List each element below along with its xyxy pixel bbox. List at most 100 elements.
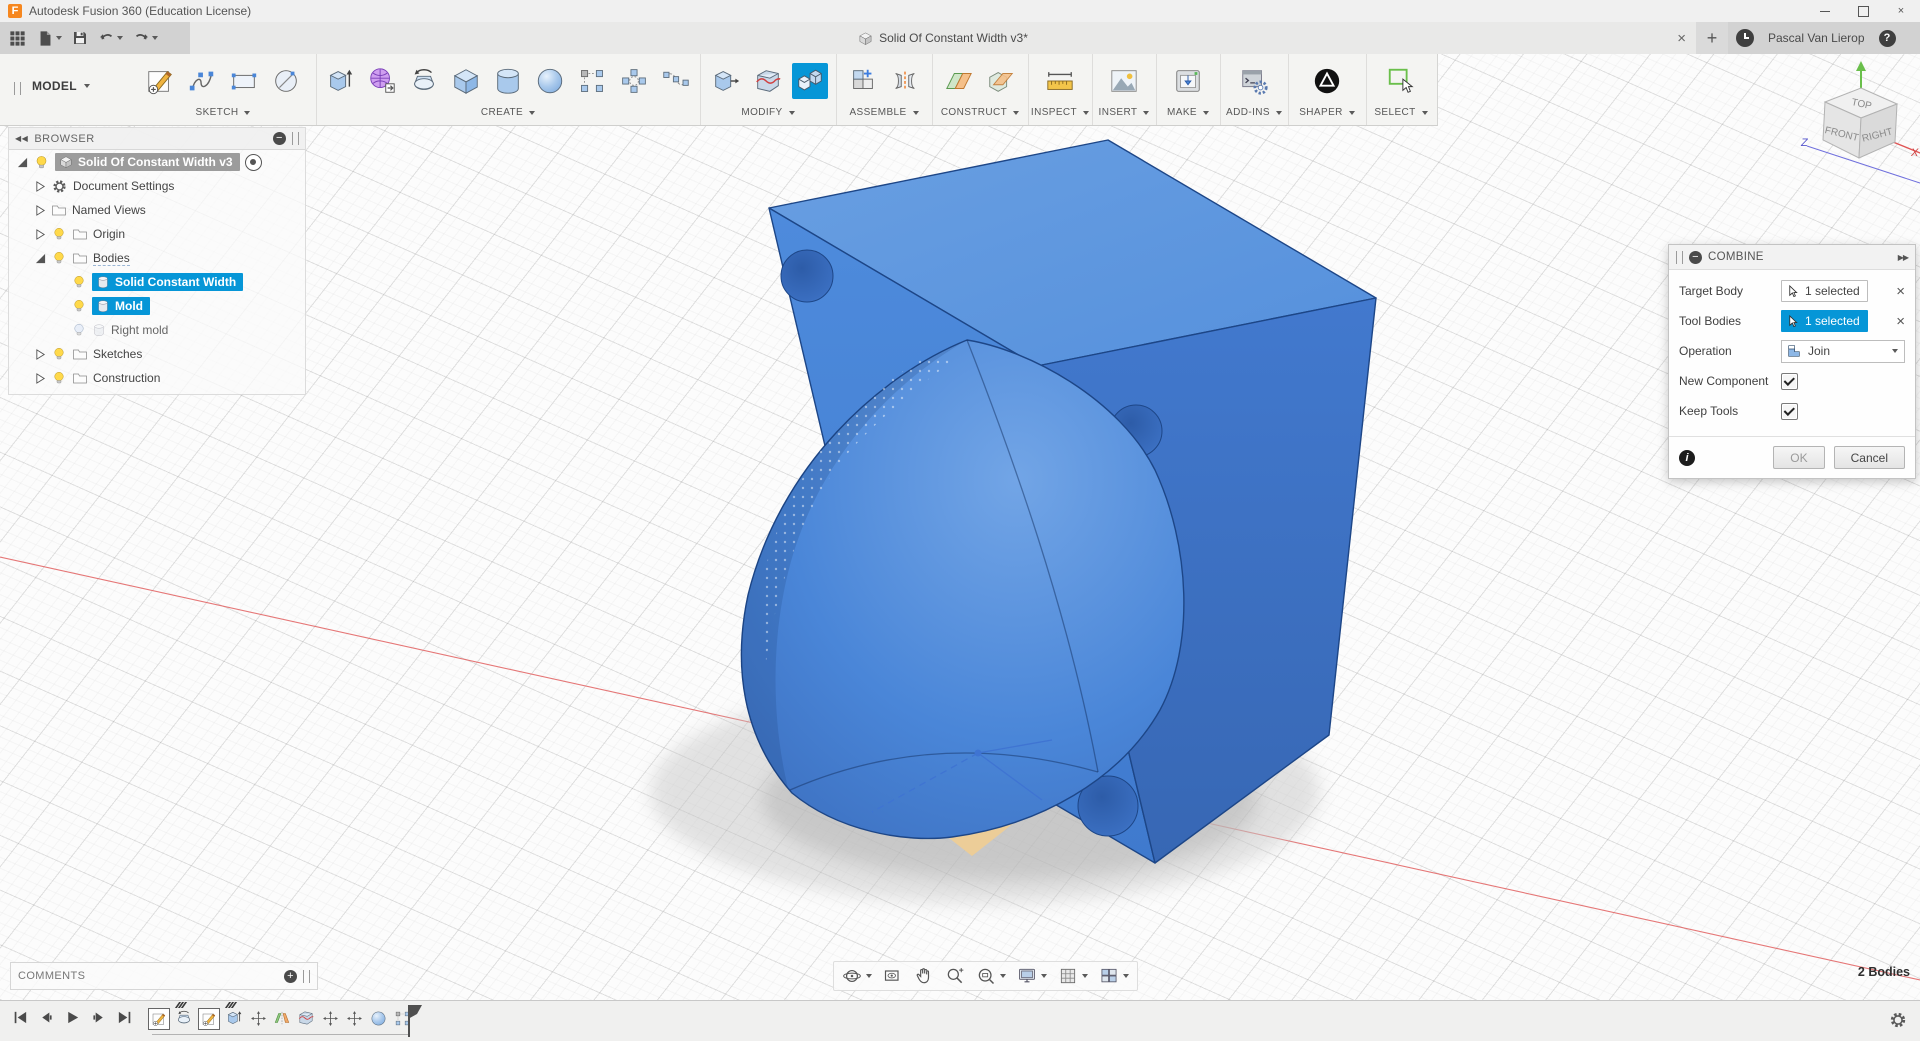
- app-grid-icon[interactable]: [8, 29, 27, 48]
- timeline-feature-sphere-icon[interactable]: [368, 1008, 388, 1028]
- create-sketch-icon[interactable]: [142, 63, 178, 99]
- rectangle-icon[interactable]: [226, 63, 262, 99]
- target-body-selection[interactable]: 1 selected: [1781, 280, 1868, 302]
- circular-pattern-icon[interactable]: [616, 63, 652, 99]
- zoom-icon[interactable]: [945, 966, 965, 986]
- fit-icon[interactable]: [976, 966, 1006, 986]
- activate-component-radio[interactable]: [244, 153, 262, 171]
- maximize-button[interactable]: [1844, 0, 1882, 22]
- rectangular-pattern-icon[interactable]: [574, 63, 610, 99]
- circle-icon[interactable]: [268, 63, 304, 99]
- job-status-icon[interactable]: [1736, 29, 1754, 47]
- timeline-feature-split-body-icon[interactable]: [296, 1008, 316, 1028]
- shaper-utilities-icon[interactable]: [1309, 63, 1345, 99]
- cylinder-icon[interactable]: [490, 63, 526, 99]
- browser-drag-handle[interactable]: [292, 132, 299, 145]
- split-body-icon[interactable]: [750, 63, 786, 99]
- sphere-icon[interactable]: [532, 63, 568, 99]
- tab-insert[interactable]: INSERT: [1099, 107, 1150, 118]
- browser-collapse-icon[interactable]: ◀◀: [15, 134, 28, 143]
- timeline-playhead[interactable]: [408, 1005, 422, 1037]
- timeline-feature-extrude-icon[interactable]: [224, 1002, 244, 1028]
- tab-select[interactable]: SELECT: [1374, 107, 1428, 118]
- press-pull-icon[interactable]: [708, 63, 744, 99]
- view-cube[interactable]: TOP FRONT RIGHT Z X: [1795, 60, 1920, 192]
- timeline-feature-sketch-icon[interactable]: [198, 1008, 220, 1030]
- user-name[interactable]: Pascal Van Lierop: [1768, 31, 1865, 45]
- info-icon[interactable]: i: [1679, 449, 1695, 466]
- ok-button[interactable]: OK: [1773, 446, 1825, 469]
- display-settings-icon[interactable]: [1017, 966, 1047, 986]
- 3d-print-icon[interactable]: [1170, 63, 1206, 99]
- minimize-button[interactable]: [1806, 0, 1844, 22]
- spline-icon[interactable]: [184, 63, 220, 99]
- insert-image-icon[interactable]: [1106, 63, 1142, 99]
- browser-item-bodies[interactable]: Bodies: [9, 246, 305, 270]
- timeline-feature-sketch-icon[interactable]: [148, 1008, 170, 1030]
- scripts-addins-icon[interactable]: [1236, 63, 1272, 99]
- close-button[interactable]: ×: [1882, 0, 1920, 22]
- comments-drag-handle[interactable]: [303, 969, 310, 983]
- tab-modify[interactable]: MODIFY: [741, 107, 795, 118]
- new-component-checkbox[interactable]: [1781, 372, 1798, 390]
- timeline-step-back-button[interactable]: [38, 1009, 55, 1026]
- dialog-drag-handle[interactable]: [1676, 250, 1683, 264]
- tab-make[interactable]: MAKE: [1167, 107, 1209, 118]
- browser-item-document-settings[interactable]: Document Settings: [9, 174, 305, 198]
- joint-icon[interactable]: [887, 63, 923, 99]
- help-icon[interactable]: ?: [1878, 29, 1896, 47]
- browser-item-sketches[interactable]: Sketches: [9, 342, 305, 366]
- operation-dropdown[interactable]: Join: [1781, 339, 1905, 363]
- ribbon-drag-handle[interactable]: [14, 82, 21, 95]
- select-icon[interactable]: [1383, 63, 1419, 99]
- box-icon[interactable]: [448, 63, 484, 99]
- cancel-button[interactable]: Cancel: [1833, 446, 1905, 469]
- undo-button[interactable]: [98, 30, 123, 47]
- timeline-feature-move-icon[interactable]: [248, 1008, 268, 1028]
- dialog-expand-icon[interactable]: ▶▶: [1898, 253, 1909, 262]
- tool-bodies-selection[interactable]: 1 selected: [1781, 310, 1868, 332]
- pan-icon[interactable]: [914, 966, 934, 986]
- extrude-icon[interactable]: [322, 63, 358, 99]
- tab-sketch[interactable]: SKETCH: [196, 107, 251, 118]
- document-tab[interactable]: Solid Of Constant Width v3* ×: [190, 22, 1696, 54]
- timeline-feature-mirror-icon[interactable]: [272, 1008, 292, 1028]
- measure-icon[interactable]: [1042, 63, 1078, 99]
- file-menu-button[interactable]: [37, 30, 62, 47]
- midplane-icon[interactable]: [983, 63, 1019, 99]
- orbit-icon[interactable]: [842, 966, 872, 986]
- timeline-play-button[interactable]: [64, 1009, 81, 1026]
- keep-tools-checkbox[interactable]: [1781, 402, 1798, 420]
- grid-settings-icon[interactable]: [1058, 966, 1088, 986]
- look-at-icon[interactable]: [883, 966, 903, 986]
- tab-assemble[interactable]: ASSEMBLE: [849, 107, 919, 118]
- new-component-icon[interactable]: [845, 63, 881, 99]
- browser-item-origin[interactable]: Origin: [9, 222, 305, 246]
- tab-shaper[interactable]: SHAPER: [1299, 107, 1355, 118]
- comments-add-icon[interactable]: +: [284, 969, 297, 983]
- browser-item-mold[interactable]: Mold: [9, 294, 305, 318]
- timeline-step-forward-button[interactable]: [90, 1009, 107, 1026]
- pattern-on-path-icon[interactable]: [658, 63, 694, 99]
- browser-item-construction[interactable]: Construction: [9, 366, 305, 390]
- browser-minimize-icon[interactable]: −: [273, 132, 286, 145]
- create-form-icon[interactable]: [364, 63, 400, 99]
- browser-root-item[interactable]: Solid Of Constant Width v3: [9, 150, 305, 174]
- browser-item-solid-constant-width[interactable]: Solid Constant Width: [9, 270, 305, 294]
- tab-addins[interactable]: ADD-INS: [1226, 107, 1282, 118]
- tab-inspect[interactable]: INSPECT: [1031, 107, 1090, 118]
- browser-item-right-mold[interactable]: Right mold: [9, 318, 305, 342]
- combine-icon[interactable]: [792, 63, 828, 99]
- workspace-selector[interactable]: MODEL: [32, 79, 90, 93]
- timeline-feature-move-icon[interactable]: [344, 1008, 364, 1028]
- offset-plane-icon[interactable]: [941, 63, 977, 99]
- revolve-icon[interactable]: [406, 63, 442, 99]
- save-button[interactable]: [72, 30, 88, 46]
- viewports-icon[interactable]: [1099, 966, 1129, 986]
- tool-bodies-clear-icon[interactable]: ×: [1896, 314, 1905, 329]
- document-tab-close-icon[interactable]: ×: [1677, 30, 1686, 47]
- timeline-go-to-end-button[interactable]: [116, 1009, 133, 1026]
- target-body-clear-icon[interactable]: ×: [1896, 284, 1905, 299]
- new-document-tab-button[interactable]: +: [1696, 22, 1728, 54]
- timeline-settings-gear-icon[interactable]: [1888, 1010, 1908, 1030]
